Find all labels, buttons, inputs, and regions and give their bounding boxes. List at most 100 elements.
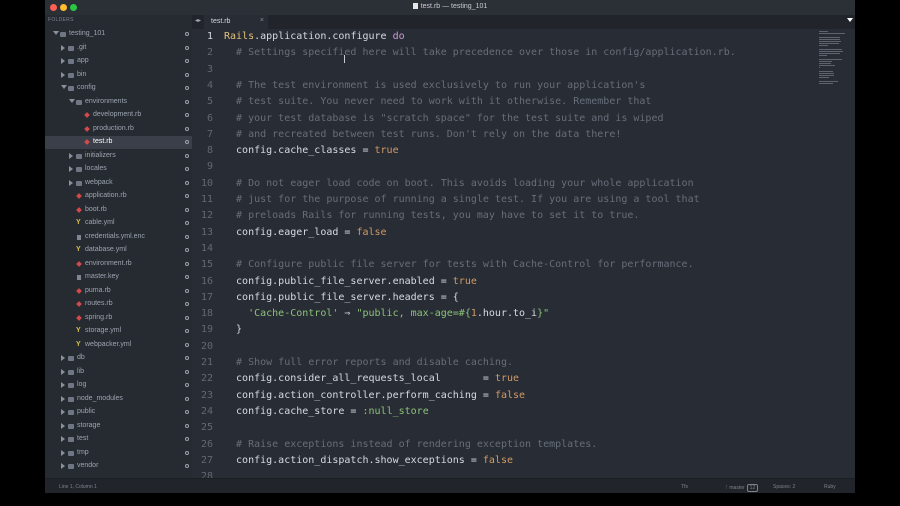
sidebar-item-webpack[interactable]: webpack — [45, 177, 192, 190]
chevron-right-icon[interactable] — [61, 58, 65, 64]
sidebar-item-storage-yml[interactable]: Ystorage.yml — [45, 325, 192, 338]
sidebar-item-db[interactable]: db — [45, 352, 192, 365]
sidebar-item-testing-101[interactable]: testing_101 — [45, 28, 192, 41]
code-line[interactable]: config.eager_load = false — [224, 227, 387, 238]
close-tab-icon[interactable]: × — [260, 17, 264, 24]
code-editor[interactable]: 1 2 3 4 5 6 7 8 9 10 11 12 13 14 15 16 17 18 19 20 21 22 23 24 2… — [192, 29, 855, 478]
code-line[interactable]: config.cache_store = :null_store — [224, 406, 429, 417]
git-branch[interactable]: ᚴ master 12 — [725, 484, 759, 492]
sidebar-item-master-key[interactable]: master.key — [45, 271, 192, 284]
code-token: # and recreated between test runs. Don't… — [224, 128, 622, 140]
sidebar-item-bin[interactable]: bin — [45, 69, 192, 82]
chevron-right-icon[interactable] — [61, 382, 65, 388]
sidebar-item-lib[interactable]: lib — [45, 366, 192, 379]
title-bar[interactable]: test.rb — testing_101 — [45, 0, 855, 15]
tab-nav-icon[interactable]: ◂▸ — [195, 17, 201, 24]
ruby-file-icon — [84, 125, 90, 132]
code-line[interactable]: 'Cache-Control' ⇒ "public, max-age=#{1.h… — [224, 308, 549, 319]
sidebar-item-public[interactable]: public — [45, 406, 192, 419]
code-line[interactable]: config.action_dispatch.show_exceptions =… — [224, 455, 513, 466]
code-line[interactable]: } — [224, 324, 242, 335]
sidebar-item-tmp[interactable]: tmp — [45, 447, 192, 460]
line-number: 4 — [206, 79, 213, 91]
sidebar-item-config[interactable]: config — [45, 82, 192, 95]
code-line[interactable]: # Raise exceptions instead of rendering … — [224, 439, 597, 450]
chevron-down-icon[interactable] — [61, 85, 67, 89]
chevron-right-icon[interactable] — [61, 71, 65, 78]
code-token: true — [452, 275, 477, 287]
chevron-right-icon[interactable] — [61, 449, 65, 456]
sidebar-item-app[interactable]: app — [45, 55, 192, 68]
sidebar-item-routes-rb[interactable]: routes.rb — [45, 298, 192, 311]
code-line[interactable]: # The test environment is used exclusive… — [224, 80, 645, 91]
code-line[interactable]: config.consider_all_requests_local = tru… — [224, 373, 519, 384]
code-line[interactable]: config.cache_classes = true — [224, 145, 399, 156]
code-line[interactable]: # test suite. You never need to work wit… — [224, 96, 651, 107]
sidebar-item-storage[interactable]: storage — [45, 420, 192, 433]
code-line[interactable]: # preloads Rails for running tests, you … — [224, 210, 639, 221]
chevron-right-icon[interactable] — [61, 409, 65, 415]
code-line[interactable]: config.action_controller.perform_caching… — [224, 390, 525, 401]
chevron-right-icon[interactable] — [69, 152, 73, 159]
chevron-right-icon[interactable] — [61, 422, 65, 429]
code-line[interactable]: # just for the purpose of running a sing… — [224, 194, 700, 205]
encoding-indicator[interactable]: Tfs — [681, 484, 688, 490]
chevron-right-icon[interactable] — [61, 368, 65, 375]
chevron-right-icon[interactable] — [61, 395, 65, 402]
code-line[interactable]: # Do not eager load code on boot. This a… — [224, 178, 694, 189]
code-token: .application.configure — [254, 31, 393, 42]
sidebar-item-database-yml[interactable]: Ydatabase.yml — [45, 244, 192, 257]
sidebar-item-label: storage — [77, 421, 101, 429]
tab-menu-chevron-down-icon[interactable] — [847, 18, 853, 22]
chevron-down-icon[interactable] — [53, 31, 59, 35]
sidebar-item-development-rb[interactable]: development.rb — [45, 109, 192, 122]
sidebar-item-puma-rb[interactable]: puma.rb — [45, 285, 192, 298]
chevron-down-icon[interactable] — [69, 98, 75, 103]
code-line[interactable]: # your test database is "scratch space" … — [224, 113, 663, 124]
chevron-right-icon[interactable] — [69, 179, 73, 186]
sidebar-item-cable-yml[interactable]: Ycable.yml — [45, 217, 192, 230]
git-status-dot-icon — [185, 261, 189, 266]
cursor-position[interactable]: Line 1, Column 1 — [59, 484, 97, 490]
sidebar-item-test[interactable]: test — [45, 433, 192, 446]
line-number: 27 — [200, 454, 213, 466]
sidebar-item-boot-rb[interactable]: boot.rb — [45, 204, 192, 217]
chevron-right-icon[interactable] — [61, 463, 65, 469]
code-line[interactable]: # Configure public file server for tests… — [224, 259, 694, 270]
sidebar-item-production-rb[interactable]: production.rb — [45, 123, 192, 136]
chevron-right-icon[interactable] — [61, 436, 65, 442]
sidebar-item-credentials-yml-enc[interactable]: credentials.yml.enc — [45, 231, 192, 244]
code-line[interactable]: config.public_file_server.headers = { — [224, 292, 459, 303]
code-line[interactable]: # Show full error reports and disable ca… — [224, 357, 513, 368]
syntax-indicator[interactable]: Ruby — [824, 484, 836, 490]
minimap[interactable] — [819, 29, 847, 89]
git-status-dot-icon — [185, 329, 189, 333]
chevron-right-icon[interactable] — [61, 355, 65, 361]
code-token: config.public_file_server.enabled = — [224, 275, 453, 287]
ruby-file-icon — [76, 314, 82, 321]
code-token: .hour.to_i — [476, 308, 538, 320]
sidebar-item-application-rb[interactable]: application.rb — [45, 190, 192, 203]
tab-test-rb[interactable]: test.rb × — [204, 15, 268, 29]
sidebar-item-label: cable.yml — [85, 219, 115, 226]
sidebar-item-node-modules[interactable]: node_modules — [45, 393, 192, 406]
code-line[interactable]: # Settings specified here will take prec… — [224, 47, 736, 58]
chevron-right-icon[interactable] — [69, 166, 73, 172]
sidebar-item-log[interactable]: log — [45, 379, 192, 392]
sidebar-item-initializers[interactable]: initializers — [45, 150, 192, 163]
git-status-dot-icon — [185, 72, 189, 77]
sidebar-item--git[interactable]: .git — [45, 42, 192, 55]
indentation-indicator[interactable]: Spaces: 2 — [773, 484, 795, 490]
sidebar-item-spring-rb[interactable]: spring.rb — [45, 312, 192, 325]
chevron-right-icon[interactable] — [61, 44, 65, 51]
sidebar-item-test-rb[interactable]: test.rb — [45, 136, 192, 149]
code-line[interactable]: # and recreated between test runs. Don't… — [224, 129, 621, 140]
sidebar-item-environments[interactable]: environments — [45, 96, 192, 109]
line-number: 12 — [200, 210, 213, 222]
sidebar-item-webpacker-yml[interactable]: Ywebpacker.yml — [45, 339, 192, 352]
sidebar-item-vendor[interactable]: vendor — [45, 460, 192, 473]
sidebar-item-locales[interactable]: locales — [45, 163, 192, 176]
code-line[interactable]: Rails.application.configure do — [224, 31, 405, 42]
code-line[interactable]: config.public_file_server.enabled = true — [224, 276, 477, 287]
sidebar-item-environment-rb[interactable]: environment.rb — [45, 258, 192, 271]
